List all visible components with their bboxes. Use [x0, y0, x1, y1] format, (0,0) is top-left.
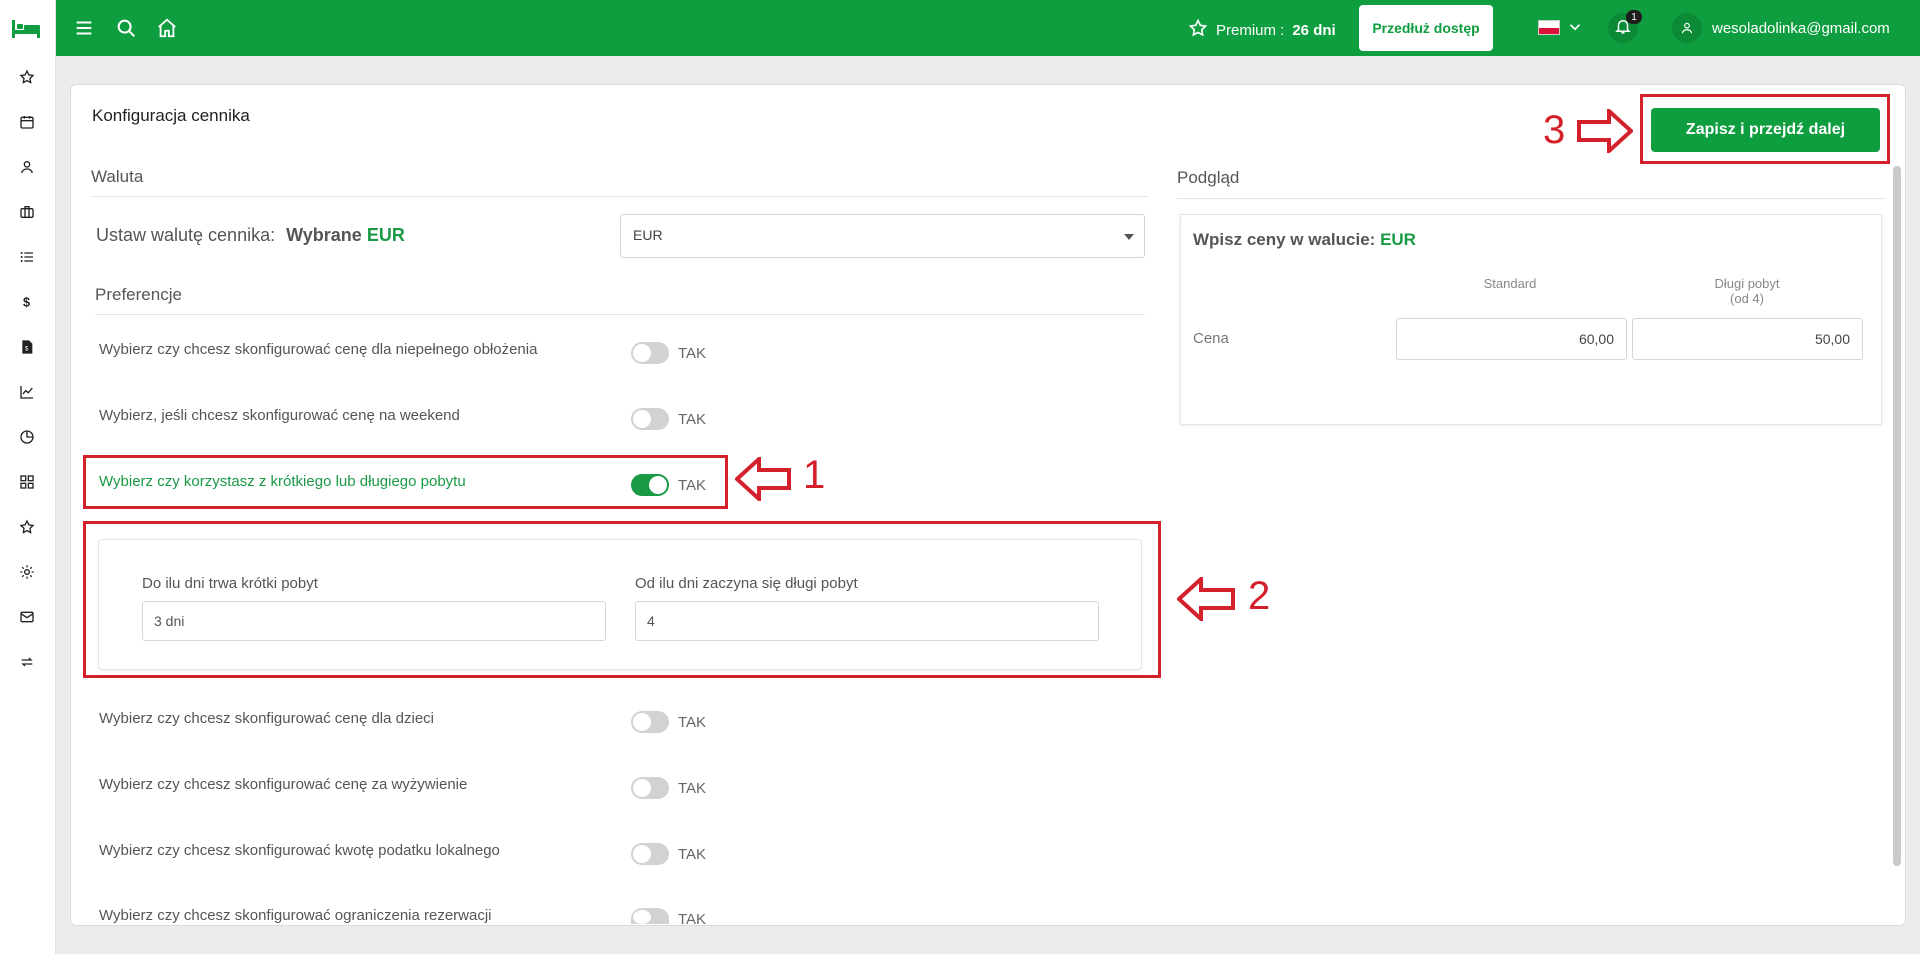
divider — [95, 314, 1145, 315]
annotation-box-1 — [83, 455, 728, 509]
language-flag-icon[interactable] — [1538, 20, 1560, 35]
page-title: Konfiguracja cennika — [92, 106, 250, 125]
pie-chart-icon[interactable] — [16, 426, 38, 448]
annotation-box-3 — [1640, 94, 1890, 164]
currency-select[interactable]: EUR — [620, 214, 1145, 258]
toggle-label: TAK — [678, 345, 707, 362]
toggle-label: TAK — [678, 846, 707, 863]
annotation-number-1: 1 — [803, 453, 826, 497]
grid-icon[interactable] — [16, 471, 38, 493]
pref-local-tax-toggle[interactable] — [631, 843, 669, 865]
col-long-stay-subtitle: (od 4) — [1730, 291, 1764, 306]
price-row-label: Cena — [1193, 330, 1229, 347]
calendar-icon[interactable] — [16, 111, 38, 133]
pref-meals-toggle[interactable] — [631, 777, 669, 799]
pref-partial-occupancy-toggle[interactable] — [631, 342, 669, 364]
svg-text:$: $ — [23, 296, 30, 310]
preview-prompt: Wpisz ceny w walucie: — [1193, 230, 1376, 249]
sync-icon[interactable] — [16, 651, 38, 673]
mail-icon[interactable] — [16, 606, 38, 628]
toggle-label: TAK — [678, 911, 707, 928]
menu-icon[interactable] — [72, 16, 96, 40]
preview-title: Wpisz ceny w walucie: EUR — [1193, 230, 1416, 250]
selected-currency: EUR — [366, 225, 405, 245]
pref-meals-label: Wybierz czy chcesz skonfigurować cenę za… — [99, 776, 468, 793]
premium-days: 26 dni — [1292, 21, 1336, 39]
chevron-down-icon[interactable] — [1566, 18, 1584, 36]
preferences-section-title: Preferencje — [95, 285, 182, 304]
avatar-icon — [1672, 13, 1702, 43]
gear-icon[interactable] — [16, 561, 38, 583]
pref-children-label: Wybierz czy chcesz skonfigurować cenę dl… — [99, 710, 435, 727]
currency-select-value: EUR — [633, 227, 663, 243]
pref-partial-occupancy-label: Wybierz czy chcesz skonfigurować cenę dl… — [99, 341, 538, 358]
col-long-stay-title: Długi pobyt — [1714, 276, 1780, 291]
user-icon[interactable] — [16, 156, 38, 178]
chart-line-icon[interactable] — [16, 381, 38, 403]
premium-label: Premium : — [1216, 21, 1285, 39]
preview-section-title: Podgląd — [1177, 168, 1240, 187]
long-stay-price-input[interactable]: 50,00 — [1632, 318, 1863, 360]
preview-currency: EUR — [1380, 230, 1416, 249]
annotation-arrow-right-icon — [1577, 109, 1633, 153]
standard-price-input[interactable]: 60,00 — [1396, 318, 1627, 360]
briefcase-icon[interactable] — [16, 201, 38, 223]
annotation-number-2: 2 — [1248, 574, 1271, 618]
pref-weekend-label: Wybierz, jeśli chcesz skonfigurować cenę… — [99, 407, 460, 424]
divider — [1177, 198, 1885, 199]
currency-label: Ustaw walutę cennika: Wybrane EUR — [96, 225, 405, 246]
user-menu[interactable]: wesoladolinka@gmail.com — [1672, 13, 1890, 43]
extend-access-button[interactable]: Przedłuż dostęp — [1359, 5, 1493, 51]
pref-weekend-toggle[interactable] — [631, 408, 669, 430]
toggle-label: TAK — [678, 780, 707, 797]
home-icon[interactable] — [155, 16, 179, 40]
star-icon — [1188, 18, 1208, 42]
scrollbar[interactable] — [1893, 166, 1901, 866]
pref-children-toggle[interactable] — [631, 711, 669, 733]
bed-logo-icon[interactable] — [10, 14, 42, 42]
star-icon[interactable] — [16, 516, 38, 538]
sidebar: $ $ — [0, 0, 56, 954]
annotation-arrow-left-icon — [735, 457, 791, 501]
pref-local-tax-label: Wybierz czy chcesz skonfigurować kwotę p… — [99, 842, 500, 859]
notification-count-badge: 1 — [1626, 10, 1642, 24]
search-icon[interactable] — [114, 16, 138, 40]
caret-down-icon — [1124, 234, 1134, 240]
pref-booking-limits-toggle[interactable] — [631, 908, 669, 924]
col-standard-header: Standard — [1483, 276, 1537, 291]
premium-status: Premium : 26 dni — [1188, 18, 1336, 42]
currency-label-text: Ustaw walutę cennika: — [96, 225, 276, 245]
annotation-arrow-left-icon — [1177, 577, 1235, 621]
toggle-label: TAK — [678, 714, 707, 731]
pref-booking-limits-label: Wybierz czy chcesz skonfigurować ogranic… — [99, 907, 492, 924]
divider — [91, 196, 1148, 197]
currency-section-title: Waluta — [91, 167, 144, 186]
topbar: Premium : 26 dni Przedłuż dostęp 1 wesol… — [56, 0, 1920, 56]
document-icon[interactable]: $ — [16, 336, 38, 358]
selected-prefix: Wybrane — [286, 225, 362, 245]
dollar-icon[interactable]: $ — [16, 291, 38, 313]
annotation-number-3: 3 — [1543, 108, 1566, 152]
user-email: wesoladolinka@gmail.com — [1712, 19, 1890, 37]
col-long-stay-header: Długi pobyt (od 4) — [1687, 276, 1807, 306]
annotation-box-2 — [83, 521, 1161, 678]
toggle-label: TAK — [678, 411, 707, 428]
star-icon[interactable] — [16, 66, 38, 88]
list-icon[interactable] — [16, 246, 38, 268]
